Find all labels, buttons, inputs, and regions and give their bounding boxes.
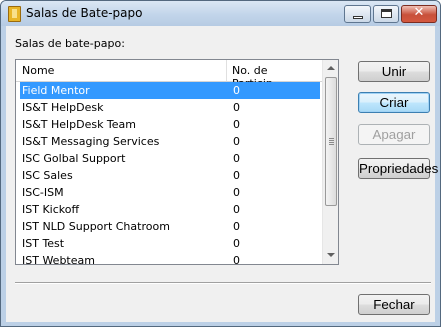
list-header: Nome No. de Particip...	[16, 60, 322, 90]
minimize-button[interactable]	[344, 5, 371, 23]
grip-line	[329, 138, 334, 139]
arrow-up-icon	[327, 66, 335, 70]
room-count: 0	[233, 152, 240, 165]
title-bar[interactable]: Salas de Bate-papo ✕	[1, 1, 440, 26]
maximize-icon	[381, 9, 392, 18]
chat-rooms-window: Salas de Bate-papo ✕ Salas de bate-papo:…	[0, 0, 441, 327]
room-name: IST NLD Support Chatroom	[22, 220, 170, 233]
room-name: IST Kickoff	[22, 203, 80, 216]
room-count: 0	[233, 135, 240, 148]
room-count: 0	[233, 237, 240, 250]
scroll-up-button[interactable]	[323, 60, 338, 77]
chat-app-icon	[8, 6, 21, 22]
room-name: IS&T HelpDesk Team	[22, 118, 137, 131]
window-title: Salas de Bate-papo	[26, 6, 143, 20]
room-name: ISC Golbal Support	[22, 152, 126, 165]
room-count: 0	[233, 220, 240, 233]
room-count: 0	[233, 169, 240, 182]
close-window-button[interactable]: ✕	[401, 5, 437, 23]
room-name: Field Mentor	[22, 84, 90, 97]
list-item[interactable]: IST Test 0	[20, 235, 320, 252]
scroll-down-button[interactable]	[323, 247, 338, 264]
list-item[interactable]: IS&T Messaging Services 0	[20, 133, 320, 150]
room-name: ISC Sales	[22, 169, 73, 182]
close-button[interactable]: Fechar	[358, 294, 430, 315]
room-name: ISC-ISM	[22, 186, 64, 199]
room-count: 0	[233, 118, 240, 131]
room-count: 0	[233, 186, 240, 199]
rooms-label: Salas de bate-papo:	[15, 37, 125, 50]
list-item[interactable]: IST Webteam 0	[20, 252, 320, 265]
list-item[interactable]: IS&T HelpDesk 0	[20, 99, 320, 116]
room-count: 0	[233, 84, 240, 97]
list-item[interactable]: IST NLD Support Chatroom 0	[20, 218, 320, 235]
room-name: IS&T HelpDesk	[22, 101, 104, 114]
join-button[interactable]: Unir	[358, 61, 430, 82]
list-item[interactable]: IS&T HelpDesk Team 0	[20, 116, 320, 133]
room-name: IST Webteam	[22, 254, 95, 265]
room-count: 0	[233, 101, 240, 114]
close-icon: ✕	[413, 5, 425, 20]
create-button[interactable]: Criar	[358, 92, 430, 113]
list-item[interactable]: IST Kickoff 0	[20, 201, 320, 218]
maximize-button[interactable]	[373, 5, 399, 23]
scrollbar-thumb[interactable]	[325, 77, 337, 206]
column-divider[interactable]	[226, 60, 227, 81]
grip-line	[329, 140, 334, 141]
list-item-selected[interactable]: Field Mentor 0	[20, 82, 320, 99]
list-item[interactable]: ISC Golbal Support 0	[20, 150, 320, 167]
column-header-name[interactable]: Nome	[22, 64, 54, 77]
arrow-down-icon	[327, 253, 335, 257]
room-count: 0	[233, 203, 240, 216]
rooms-list[interactable]: Nome No. de Particip... Field Mentor 0 I…	[15, 59, 339, 265]
vertical-scrollbar[interactable]	[322, 60, 338, 264]
minimize-icon	[353, 16, 363, 19]
grip-line	[329, 142, 334, 143]
list-item[interactable]: ISC Sales 0	[20, 167, 320, 184]
separator	[15, 282, 431, 284]
grip-line	[329, 144, 334, 145]
properties-button[interactable]: Propriedades	[358, 158, 438, 179]
room-name: IS&T Messaging Services	[22, 135, 160, 148]
room-count: 0	[233, 254, 240, 265]
list-item[interactable]: ISC-ISM 0	[20, 184, 320, 201]
room-name: IST Test	[22, 237, 65, 250]
dialog-body: Salas de bate-papo: Nome No. de Particip…	[6, 26, 438, 322]
delete-button: Apagar	[358, 124, 430, 145]
